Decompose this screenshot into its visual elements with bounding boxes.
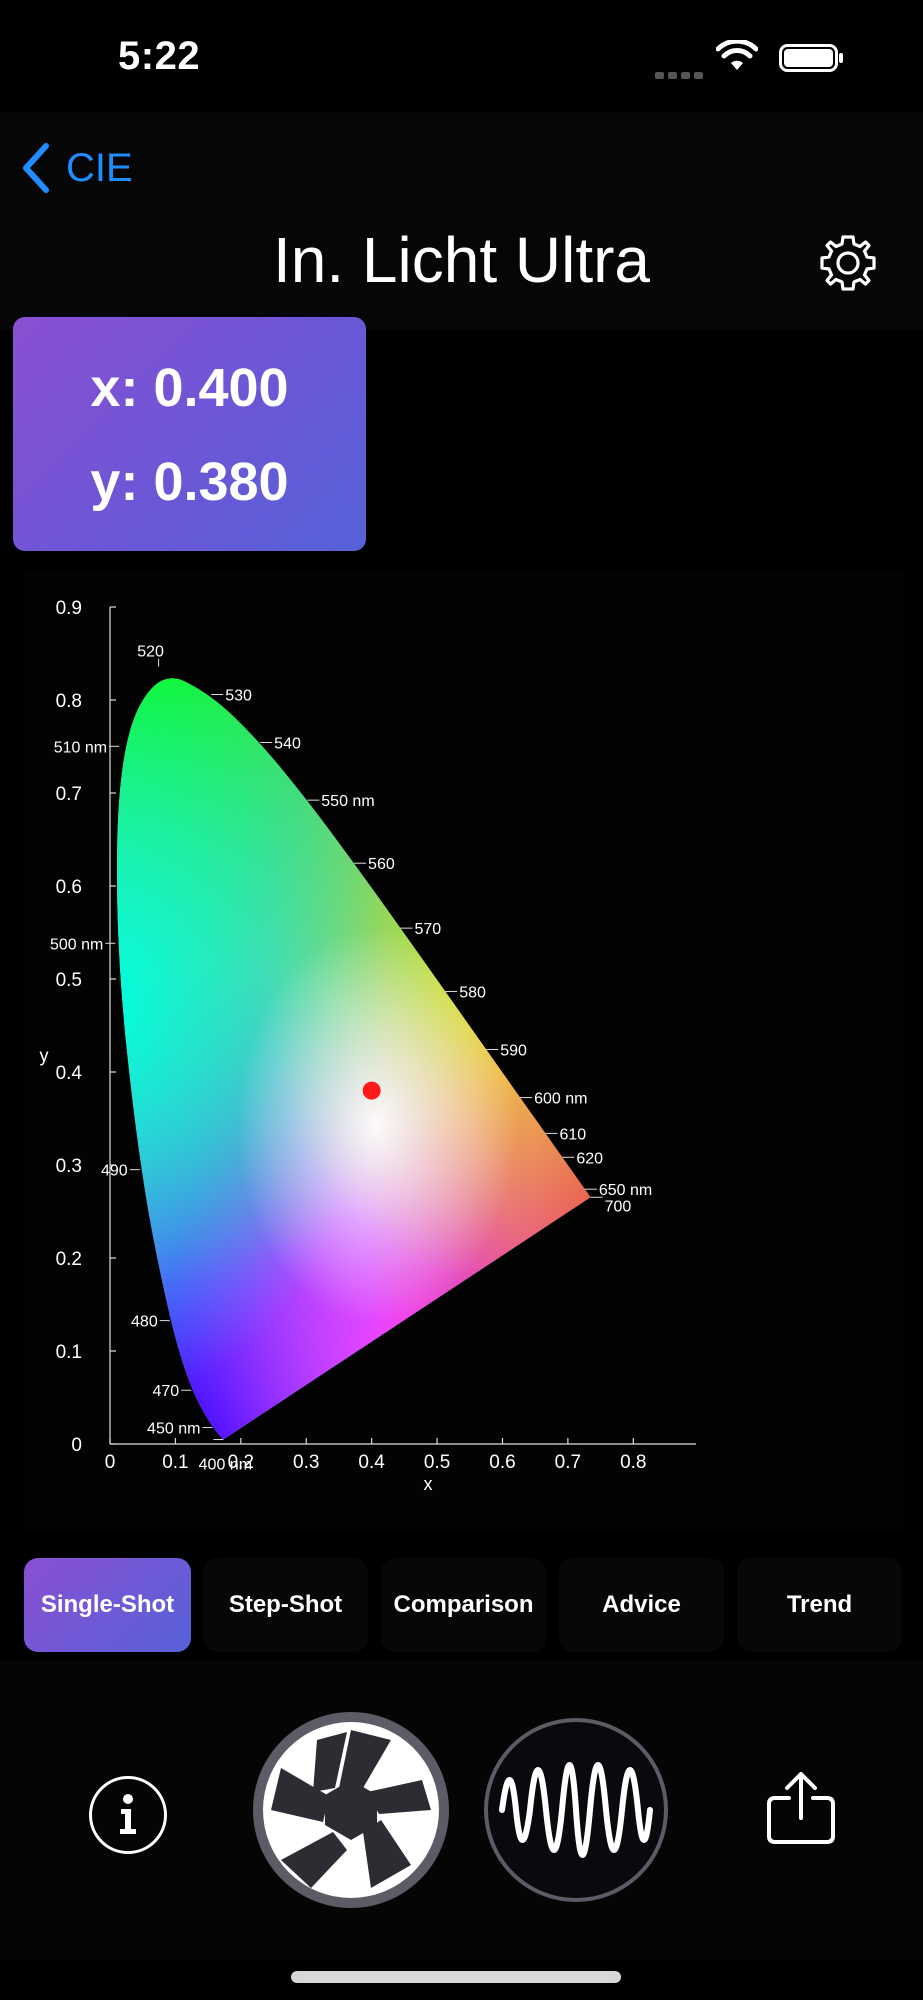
wifi-icon [716, 40, 758, 70]
gamut-gradient-layer [116, 678, 591, 1440]
y-tick-label: 0 [71, 1435, 82, 1456]
status-time: 5:22 [118, 34, 201, 78]
y-tick-label: 0.2 [56, 1249, 82, 1270]
wavelength-label: 700 [605, 1198, 632, 1215]
battery-icon [779, 44, 843, 72]
spectral-locus-gamut [116, 678, 591, 1440]
gear-icon[interactable] [817, 232, 879, 294]
x-tick-label: 0.8 [620, 1452, 646, 1473]
wavelength-label: 650 nm [599, 1182, 652, 1199]
cie-chart-panel: 0 0.1 0.2 0.3 0.4 0.5 0.6 0.7 0.8 0 0.1 0.2 0.3 0.4 0.… [24, 570, 904, 1530]
x-axis-label: x [424, 1474, 433, 1494]
wavelength-label: 620 [576, 1150, 603, 1167]
tab-label: Trend [786, 1591, 853, 1618]
tab-comparison[interactable]: Comparison [381, 1558, 546, 1652]
y-tick-label: 0.1 [56, 1342, 82, 1363]
tab-step-shot[interactable]: Step-Shot [203, 1558, 368, 1652]
wavelength-label: 530 [225, 688, 252, 705]
wavelength-label: 480 [131, 1314, 158, 1331]
wavelength-label: 610 [560, 1126, 587, 1143]
x-tick-label: 0.1 [162, 1452, 188, 1473]
bottom-toolbar [0, 1660, 923, 1960]
navigation-bar: CIE In. Licht Ultra [0, 112, 923, 330]
home-indicator [291, 1971, 621, 1983]
wavelength-label: 450 nm [147, 1421, 200, 1438]
tab-single-shot[interactable]: Single-Shot [24, 1558, 191, 1652]
tab-trend[interactable]: Trend [737, 1558, 902, 1652]
back-button[interactable]: CIE [20, 142, 133, 194]
x-tick-label: 0.5 [424, 1452, 450, 1473]
info-button[interactable] [89, 1776, 167, 1854]
info-icon [120, 1794, 136, 1834]
back-button-label: CIE [66, 145, 133, 190]
tab-label: Single-Shot [40, 1591, 175, 1618]
cellular-signal-icon [655, 66, 707, 84]
x-tick-label: 0.6 [489, 1452, 515, 1473]
y-tick-label: 0.5 [56, 970, 82, 991]
tab-advice[interactable]: Advice [559, 1558, 724, 1652]
tab-label: Advice [602, 1591, 681, 1618]
y-tick-label: 0.6 [56, 877, 82, 898]
wavelength-label: 500 nm [50, 936, 103, 953]
waveform-icon[interactable] [484, 1710, 668, 1910]
chromaticity-readout: x: 0.400 y: 0.380 [13, 317, 366, 551]
wavelength-label: 600 nm [534, 1091, 587, 1108]
wavelength-label: 580 [459, 984, 486, 1001]
wavelength-label: 400 nm [199, 1457, 252, 1474]
y-axis-label: y [40, 1045, 49, 1065]
y-tick-label: 0.9 [56, 598, 82, 619]
mode-tabs: Single-Shot Step-Shot Comparison Advice … [0, 1558, 923, 1652]
wavelength-label: 570 [414, 921, 441, 938]
y-tick-label: 0.3 [56, 1156, 82, 1177]
y-tick-label: 0.8 [56, 691, 82, 712]
x-tick-label: 0.4 [358, 1452, 385, 1473]
x-coordinate-value: x: 0.400 [90, 358, 289, 418]
tab-label: Step-Shot [228, 1591, 343, 1618]
wavelength-label: 470 [152, 1383, 179, 1400]
y-coordinate-value: y: 0.380 [90, 452, 289, 512]
tab-label: Comparison [393, 1591, 534, 1618]
cie-chromaticity-chart: 0 0.1 0.2 0.3 0.4 0.5 0.6 0.7 0.800.10.20.30.40.… [40, 598, 696, 1494]
y-tick-label: 0.4 [56, 1063, 83, 1084]
x-tick-label: 0.3 [293, 1452, 319, 1473]
measured-point-group [362, 1081, 381, 1100]
status-bar: 5:22 [0, 0, 923, 112]
camera-shutter-icon[interactable] [251, 1710, 451, 1910]
wavelength-label: 560 [368, 856, 395, 873]
wavelength-label: 590 [500, 1042, 527, 1059]
x-tick-label: 0 [105, 1452, 116, 1473]
wavelength-label: 510 nm [54, 739, 107, 756]
wavelength-label: 520 [137, 644, 164, 661]
page-title: In. Licht Ultra [272, 224, 651, 296]
y-tick-label: 0.7 [56, 784, 82, 805]
wavelength-label: 550 nm [321, 793, 374, 810]
x-tick-label: 0.7 [555, 1452, 581, 1473]
share-icon[interactable] [765, 1770, 837, 1846]
wavelength-label: 490 [101, 1163, 128, 1180]
measured-point [362, 1081, 381, 1100]
wavelength-label: 540 [274, 736, 301, 753]
chevron-left-icon [23, 143, 49, 193]
